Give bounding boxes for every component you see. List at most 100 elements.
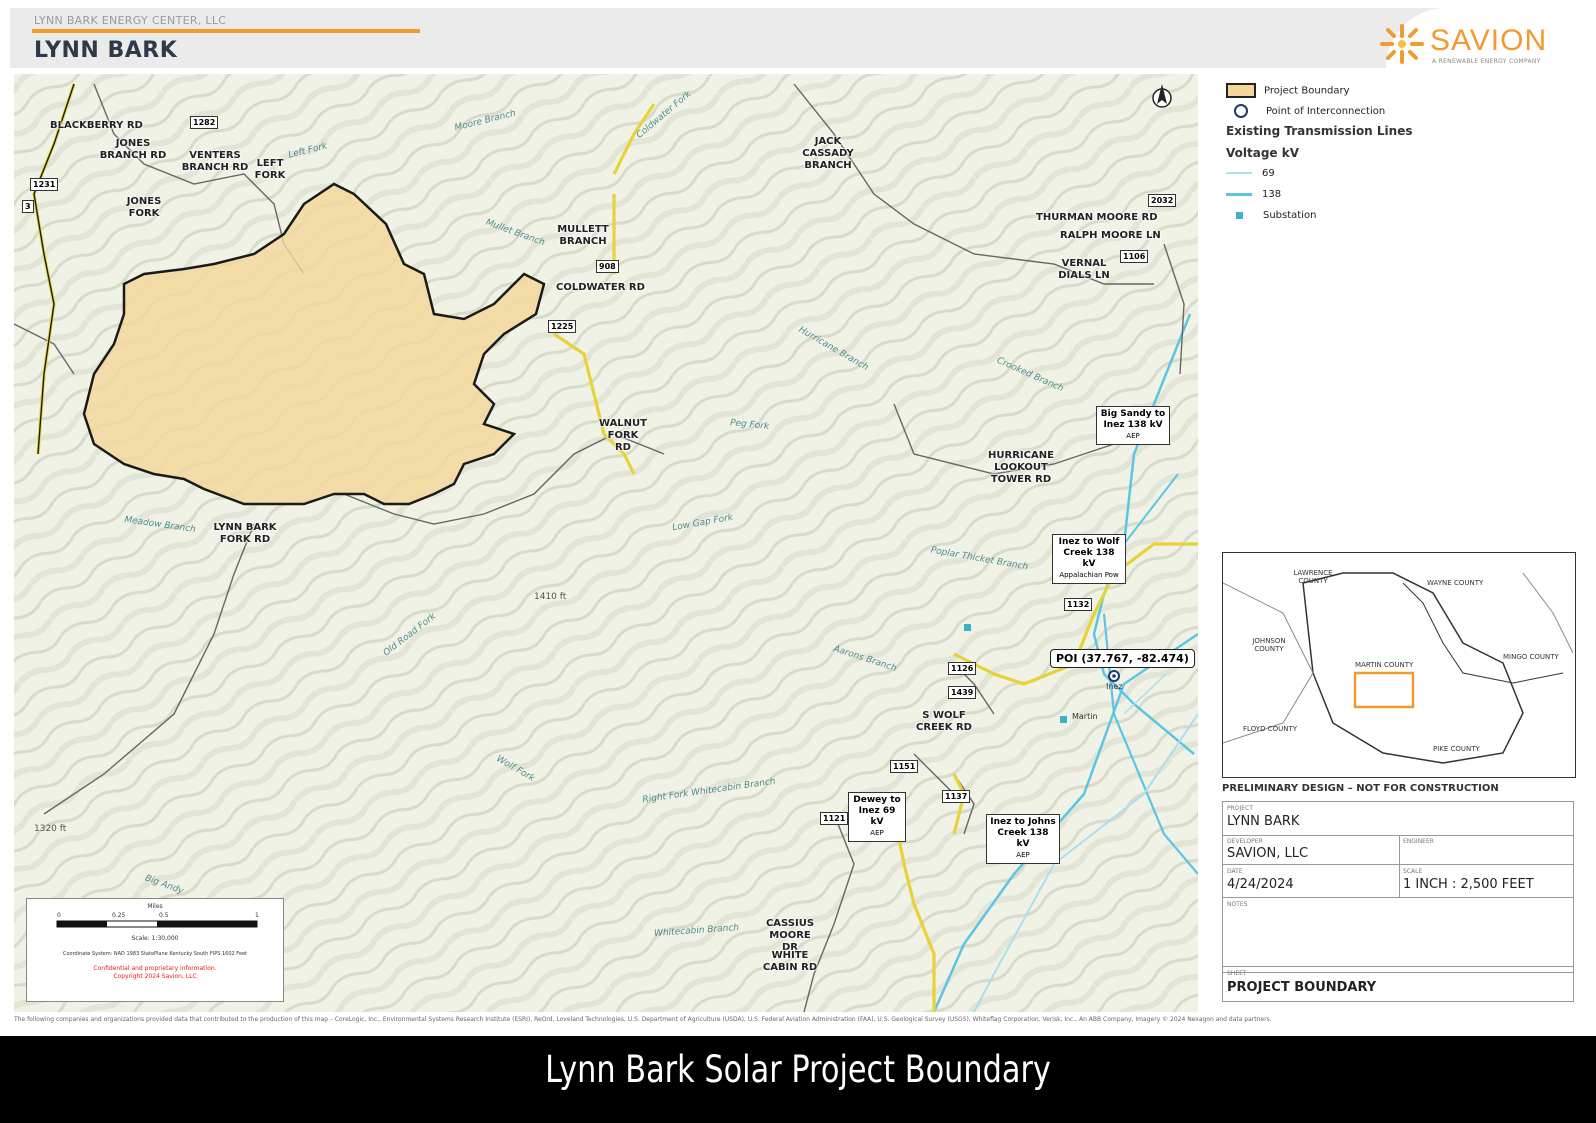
legend-heading-voltage: Voltage kV xyxy=(1226,146,1299,160)
elevation-label: 1320 ft xyxy=(34,824,67,834)
scale-bar: 0 0.25 0.5 1 xyxy=(56,912,259,928)
data-credits: The following companies and organization… xyxy=(14,1016,1272,1023)
legend-item-138kv: 138 xyxy=(1226,189,1281,200)
route-shield: 1132 xyxy=(1064,598,1093,611)
inset-project-extent xyxy=(1353,671,1415,709)
legend-heading-tx: Existing Transmission Lines xyxy=(1226,124,1413,138)
coordinate-system: Coordinate System: NAD 1983 StatePlane K… xyxy=(62,951,248,957)
scale-tick: 0 xyxy=(57,912,61,919)
route-shield: 1231 xyxy=(30,178,59,191)
header-bar: LYNN BARK ENERGY CENTER, LLC LYNN BARK S… xyxy=(10,8,1586,68)
substation-marker xyxy=(964,624,971,631)
header-logo-area: SAVION A RENEWABLE ENERGY COMPANY xyxy=(1380,8,1586,68)
route-shield: 1225 xyxy=(548,320,577,333)
tb-project: LYNN BARK xyxy=(1227,814,1300,829)
road-label-lynn-bark-fork: LYNN BARK FORK RD xyxy=(213,522,277,545)
route-shield: 1106 xyxy=(1120,250,1149,263)
substation-marker-martin xyxy=(1060,716,1067,723)
project-subtitle: LYNN BARK ENERGY CENTER, LLC xyxy=(34,14,227,27)
confidential-notice: Confidential and proprietary information… xyxy=(93,965,217,972)
place-label-inez: Inez xyxy=(1106,682,1123,691)
route-shield: 908 xyxy=(596,260,619,273)
tb-developer: SAVION, LLC xyxy=(1227,846,1309,861)
tb-scale-caption: SCALE xyxy=(1403,868,1423,875)
copyright-notice: Copyright 2024 Savion, LLC xyxy=(113,973,197,980)
road-label-cassius: CASSIUS MOORE DR xyxy=(765,918,815,953)
road-label-ralph: RALPH MOORE LN xyxy=(1060,230,1161,241)
tb-developer-caption: DEVELOPER xyxy=(1227,838,1263,845)
scale-bar-box: Miles 0 0.25 0.5 1 Scale: 1:30,000 Coord… xyxy=(26,898,284,1002)
tx-callout-inez-johns-creek: Inez to Johns Creek 138 kV AEP xyxy=(986,814,1060,864)
substation-icon xyxy=(1236,211,1243,219)
road-label-jones-branch: JONES BRANCH RD xyxy=(99,138,167,161)
route-shield: 2032 xyxy=(1148,194,1177,207)
prelim-design-notice: PRELIMINARY DESIGN – NOT FOR CONSTRUCTIO… xyxy=(1222,783,1499,794)
county-label: WAYNE COUNTY xyxy=(1427,579,1484,587)
poi-icon xyxy=(1234,104,1248,118)
tb-notes-caption: NOTES xyxy=(1227,901,1248,908)
county-label: JOHNSON COUNTY xyxy=(1252,637,1286,653)
route-shield: 1126 xyxy=(948,662,977,675)
boundary-swatch xyxy=(1226,83,1256,98)
route-shield: 3 xyxy=(22,200,34,213)
road-label-mullett: MULLETT BRANCH xyxy=(557,224,609,247)
header-accent-rule xyxy=(32,29,420,33)
project-title: LYNN BARK xyxy=(34,38,178,63)
scale-ratio: Scale: 1:30,000 xyxy=(131,935,179,942)
route-shield: 1151 xyxy=(890,760,919,773)
tb-engineer-caption: ENGINEER xyxy=(1403,838,1434,845)
legend-item-poi: Point of Interconnection xyxy=(1226,104,1385,118)
locator-inset-map: LAWRENCE COUNTY WAYNE COUNTY JOHNSON COU… xyxy=(1222,552,1576,778)
tb-project-caption: PROJECT xyxy=(1227,805,1253,812)
map-sheet: LYNN BARK ENERGY CENTER, LLC LYNN BARK S… xyxy=(0,0,1596,1036)
logo-tagline: A RENEWABLE ENERGY COMPANY xyxy=(1432,58,1541,65)
elevation-label: 1410 ft xyxy=(534,592,567,602)
map-canvas[interactable]: BLACKBERRY RD JONES BRANCH RD VENTERS BR… xyxy=(14,74,1198,1012)
road-label-venters: VENTERS BRANCH RD xyxy=(181,150,249,173)
place-label-martin: Martin xyxy=(1072,712,1098,721)
county-label: FLOYD COUNTY xyxy=(1243,725,1298,733)
tx-callout-big-sandy: Big Sandy to Inez 138 kV AEP xyxy=(1096,406,1170,445)
tx-callout-inez-wolf-creek: Inez to Wolf Creek 138 kV Appalachian Pow xyxy=(1052,534,1126,584)
tb-sheet-caption: SHEET xyxy=(1227,970,1247,977)
logo-wordmark: SAVION xyxy=(1430,24,1548,57)
county-label: MINGO COUNTY xyxy=(1503,653,1559,661)
road-label-s-wolf: S WOLF CREEK RD xyxy=(916,710,972,733)
scale-tick: 1 xyxy=(255,912,259,919)
county-label: LAWRENCE COUNTY xyxy=(1293,569,1333,585)
legend-item-substation: Substation xyxy=(1226,210,1316,221)
road-label-vernal: VERNAL DIALS LN xyxy=(1058,258,1110,281)
route-shield: 1121 xyxy=(820,812,849,825)
road-label-thurman: THURMAN MOORE RD xyxy=(1036,212,1158,223)
road-label-jones-fork: JONES FORK xyxy=(126,196,162,219)
road-label-hurricane: HURRICANE LOOKOUT TOWER RD xyxy=(988,450,1054,485)
tx-callout-dewey-inez: Dewey to Inez 69 kV AEP xyxy=(848,792,906,842)
image-caption: Lynn Bark Solar Project Boundary xyxy=(545,1048,1051,1091)
legend-item-project-boundary: Project Boundary xyxy=(1226,83,1350,98)
tb-sheet: PROJECT BOUNDARY xyxy=(1227,980,1377,995)
title-block: PROJECT LYNN BARK DEVELOPER SAVION, LLC … xyxy=(1222,801,1574,973)
legend-item-69kv: 69 xyxy=(1226,168,1275,179)
sun-burst-icon xyxy=(1380,24,1424,64)
terrain-layer xyxy=(14,74,1198,1012)
tb-scale: 1 INCH : 2,500 FEET xyxy=(1403,877,1534,892)
route-shield: 1137 xyxy=(942,790,971,803)
savion-logo: SAVION A RENEWABLE ENERGY COMPANY xyxy=(1378,22,1568,68)
county-label: MARTIN COUNTY xyxy=(1355,661,1414,669)
road-label-left-fork: LEFT FORK xyxy=(254,158,286,181)
road-label-walnut: WALNUT FORK RD xyxy=(598,418,647,453)
scale-tick: 0.5 xyxy=(159,912,169,919)
road-label-jack-cassady: JACK CASSADY BRANCH xyxy=(802,136,854,171)
sheet-block: SHEET PROJECT BOUNDARY xyxy=(1222,966,1574,1002)
route-shield: 1439 xyxy=(948,686,977,699)
tb-date: 4/24/2024 xyxy=(1227,877,1294,892)
legend: Project Boundary Point of Interconnectio… xyxy=(1212,76,1582,536)
road-label-coldwater: COLDWATER RD xyxy=(556,282,645,293)
poi-label: POI (37.767, -82.474) xyxy=(1050,649,1195,668)
tb-date-caption: DATE xyxy=(1227,868,1243,875)
scale-tick: 0.25 xyxy=(112,912,126,919)
county-label: PIKE COUNTY xyxy=(1433,745,1480,753)
route-shield: 1282 xyxy=(190,116,219,129)
road-label-blackberry: BLACKBERRY RD xyxy=(50,120,143,131)
road-label-white-cabin: WHITE CABIN RD xyxy=(762,950,818,973)
